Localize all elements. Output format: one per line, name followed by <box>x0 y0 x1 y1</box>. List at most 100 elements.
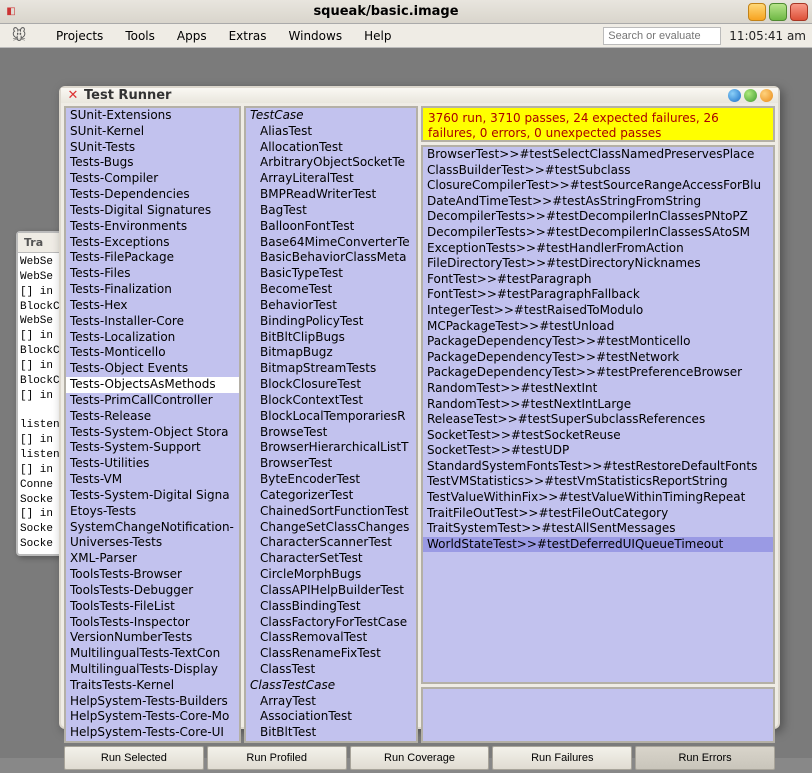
result-item[interactable]: RandomTest>>#testNextIntLarge <box>423 397 773 413</box>
menu-help[interactable]: Help <box>354 27 401 45</box>
class-item[interactable]: BlockLocalTemporariesR <box>246 409 416 425</box>
minimize-button[interactable] <box>748 3 766 21</box>
result-item[interactable]: ClassBuilderTest>>#testSubclass <box>423 163 773 179</box>
category-item[interactable]: XML-Parser <box>66 551 239 567</box>
category-item[interactable]: Tests-Files <box>66 266 239 282</box>
test-runner-titlebar[interactable]: ✕ Test Runner <box>61 88 778 103</box>
menu-tools[interactable]: Tools <box>115 27 165 45</box>
results-list[interactable]: BrowserTest>>#testSelectClassNamedPreser… <box>421 145 775 684</box>
category-item[interactable]: Etoys-Tests <box>66 504 239 520</box>
class-item[interactable]: ClassTest <box>246 662 416 678</box>
collapse-icon[interactable] <box>744 89 757 102</box>
class-item[interactable]: BindingPolicyTest <box>246 314 416 330</box>
category-item[interactable]: Tests-Localization <box>66 330 239 346</box>
category-item[interactable]: Tests-Exceptions <box>66 235 239 251</box>
category-item[interactable]: MultilingualTests-TextCon <box>66 646 239 662</box>
class-item[interactable]: ByteEncoderTest <box>246 472 416 488</box>
result-item[interactable]: FontTest>>#testParagraph <box>423 272 773 288</box>
search-input[interactable] <box>603 27 721 45</box>
category-item[interactable]: HelpSystem-Tests-Core-Mo <box>66 709 239 725</box>
run-profiled-button[interactable]: Run Profiled <box>207 746 347 770</box>
close-button[interactable] <box>790 3 808 21</box>
result-item[interactable]: SocketTest>>#testSocketReuse <box>423 428 773 444</box>
result-item[interactable]: StandardSystemFontsTest>>#testRestoreDef… <box>423 459 773 475</box>
menu-projects[interactable]: Projects <box>46 27 113 45</box>
category-item[interactable]: Tests-Hex <box>66 298 239 314</box>
category-item[interactable]: ToolsTests-Debugger <box>66 583 239 599</box>
result-item[interactable]: TestValueWithinFix>>#testValueWithinTimi… <box>423 490 773 506</box>
categories-list[interactable]: SUnit-ExtensionsSUnit-KernelSUnit-TestsT… <box>66 108 239 741</box>
class-item[interactable]: BecomeTest <box>246 282 416 298</box>
result-item[interactable]: IntegerTest>>#testRaisedToModulo <box>423 303 773 319</box>
run-selected-button[interactable]: Run Selected <box>64 746 204 770</box>
class-item[interactable]: AssociationTest <box>246 709 416 725</box>
class-item[interactable]: AliasTest <box>246 124 416 140</box>
class-item[interactable]: BlockContextTest <box>246 393 416 409</box>
result-item[interactable]: DecompilerTests>>#testDecompilerInClasse… <box>423 209 773 225</box>
class-item[interactable]: Base64MimeConverterTe <box>246 235 416 251</box>
category-item[interactable]: TraitsTests-Kernel <box>66 678 239 694</box>
class-item[interactable]: BrowserHierarchicalListT <box>246 440 416 456</box>
class-item[interactable]: BitmapBugz <box>246 345 416 361</box>
run-errors-button[interactable]: Run Errors <box>635 746 775 770</box>
classes-list[interactable]: TestCaseAliasTestAllocationTestArbitrary… <box>246 108 416 741</box>
result-item[interactable]: ReleaseTest>>#testSuperSubclassReference… <box>423 412 773 428</box>
class-item[interactable]: BMPReadWriterTest <box>246 187 416 203</box>
category-item[interactable]: ToolsTests-Inspector <box>66 615 239 631</box>
category-item[interactable]: Tests-Release <box>66 409 239 425</box>
maximize-button[interactable] <box>769 3 787 21</box>
class-item[interactable]: BalloonFontTest <box>246 219 416 235</box>
run-failures-button[interactable]: Run Failures <box>492 746 632 770</box>
category-item[interactable]: SUnit-Tests <box>66 140 239 156</box>
result-item[interactable]: TestVMStatistics>>#testVmStatisticsRepor… <box>423 474 773 490</box>
result-item[interactable]: DateAndTimeTest>>#testAsStringFromString <box>423 194 773 210</box>
class-item[interactable]: BrowseTest <box>246 425 416 441</box>
expand-icon[interactable] <box>728 89 741 102</box>
category-item[interactable]: Tests-System-Digital Signa <box>66 488 239 504</box>
class-item[interactable]: BitmapStreamTests <box>246 361 416 377</box>
class-item[interactable]: BasicBehaviorClassMeta <box>246 250 416 266</box>
category-item[interactable]: Tests-Dependencies <box>66 187 239 203</box>
errors-list[interactable] <box>421 687 775 743</box>
category-item[interactable]: VersionNumberTests <box>66 630 239 646</box>
menu-apps[interactable]: Apps <box>167 27 217 45</box>
class-item[interactable]: CharacterScannerTest <box>246 535 416 551</box>
result-item[interactable]: DecompilerTests>>#testDecompilerInClasse… <box>423 225 773 241</box>
category-item[interactable]: Tests-Finalization <box>66 282 239 298</box>
category-item[interactable]: Tests-System-Object Stora <box>66 425 239 441</box>
category-item[interactable]: MultilingualTests-Display <box>66 662 239 678</box>
result-item[interactable]: PackageDependencyTest>>#testPreferenceBr… <box>423 365 773 381</box>
category-item[interactable]: Tests-Utilities <box>66 456 239 472</box>
result-item[interactable]: PackageDependencyTest>>#testMonticello <box>423 334 773 350</box>
category-item[interactable]: Tests-Bugs <box>66 155 239 171</box>
class-item[interactable]: ArrayTest <box>246 694 416 710</box>
category-item[interactable]: Tests-System-Support <box>66 440 239 456</box>
category-item[interactable]: HelpSystem-Tests-Core-UI <box>66 725 239 741</box>
class-item[interactable]: BitBltClipBugs <box>246 330 416 346</box>
category-item[interactable]: Tests-Compiler <box>66 171 239 187</box>
class-item[interactable]: CircleMorphBugs <box>246 567 416 583</box>
class-item[interactable]: ArbitraryObjectSocketTe <box>246 155 416 171</box>
class-item[interactable]: CharacterSetTest <box>246 551 416 567</box>
category-item[interactable]: Universes-Tests <box>66 535 239 551</box>
result-item[interactable]: SocketTest>>#testUDP <box>423 443 773 459</box>
category-item[interactable]: Tests-Environments <box>66 219 239 235</box>
category-item[interactable]: ToolsTests-Browser <box>66 567 239 583</box>
category-item[interactable]: ToolsTests-FileList <box>66 599 239 615</box>
result-item[interactable]: MCPackageTest>>#testUnload <box>423 319 773 335</box>
class-item[interactable]: BasicTypeTest <box>246 266 416 282</box>
result-item[interactable]: FileDirectoryTest>>#testDirectoryNicknam… <box>423 256 773 272</box>
class-item[interactable]: BrowserTest <box>246 456 416 472</box>
category-item[interactable]: SUnit-Kernel <box>66 124 239 140</box>
result-item[interactable]: ExceptionTests>>#testHandlerFromAction <box>423 241 773 257</box>
category-item[interactable]: Tests-Object Events <box>66 361 239 377</box>
class-item[interactable]: ClassRenameFixTest <box>246 646 416 662</box>
category-item[interactable]: Tests-ObjectsAsMethods <box>66 377 239 393</box>
category-item[interactable]: Tests-Digital Signatures <box>66 203 239 219</box>
result-item[interactable]: TraitFileOutTest>>#testFileOutCategory <box>423 506 773 522</box>
result-item[interactable]: RandomTest>>#testNextInt <box>423 381 773 397</box>
result-item[interactable]: ClosureCompilerTest>>#testSourceRangeAcc… <box>423 178 773 194</box>
class-item[interactable]: AllocationTest <box>246 140 416 156</box>
class-item[interactable]: ClassBindingTest <box>246 599 416 615</box>
category-item[interactable]: SystemChangeNotification- <box>66 520 239 536</box>
